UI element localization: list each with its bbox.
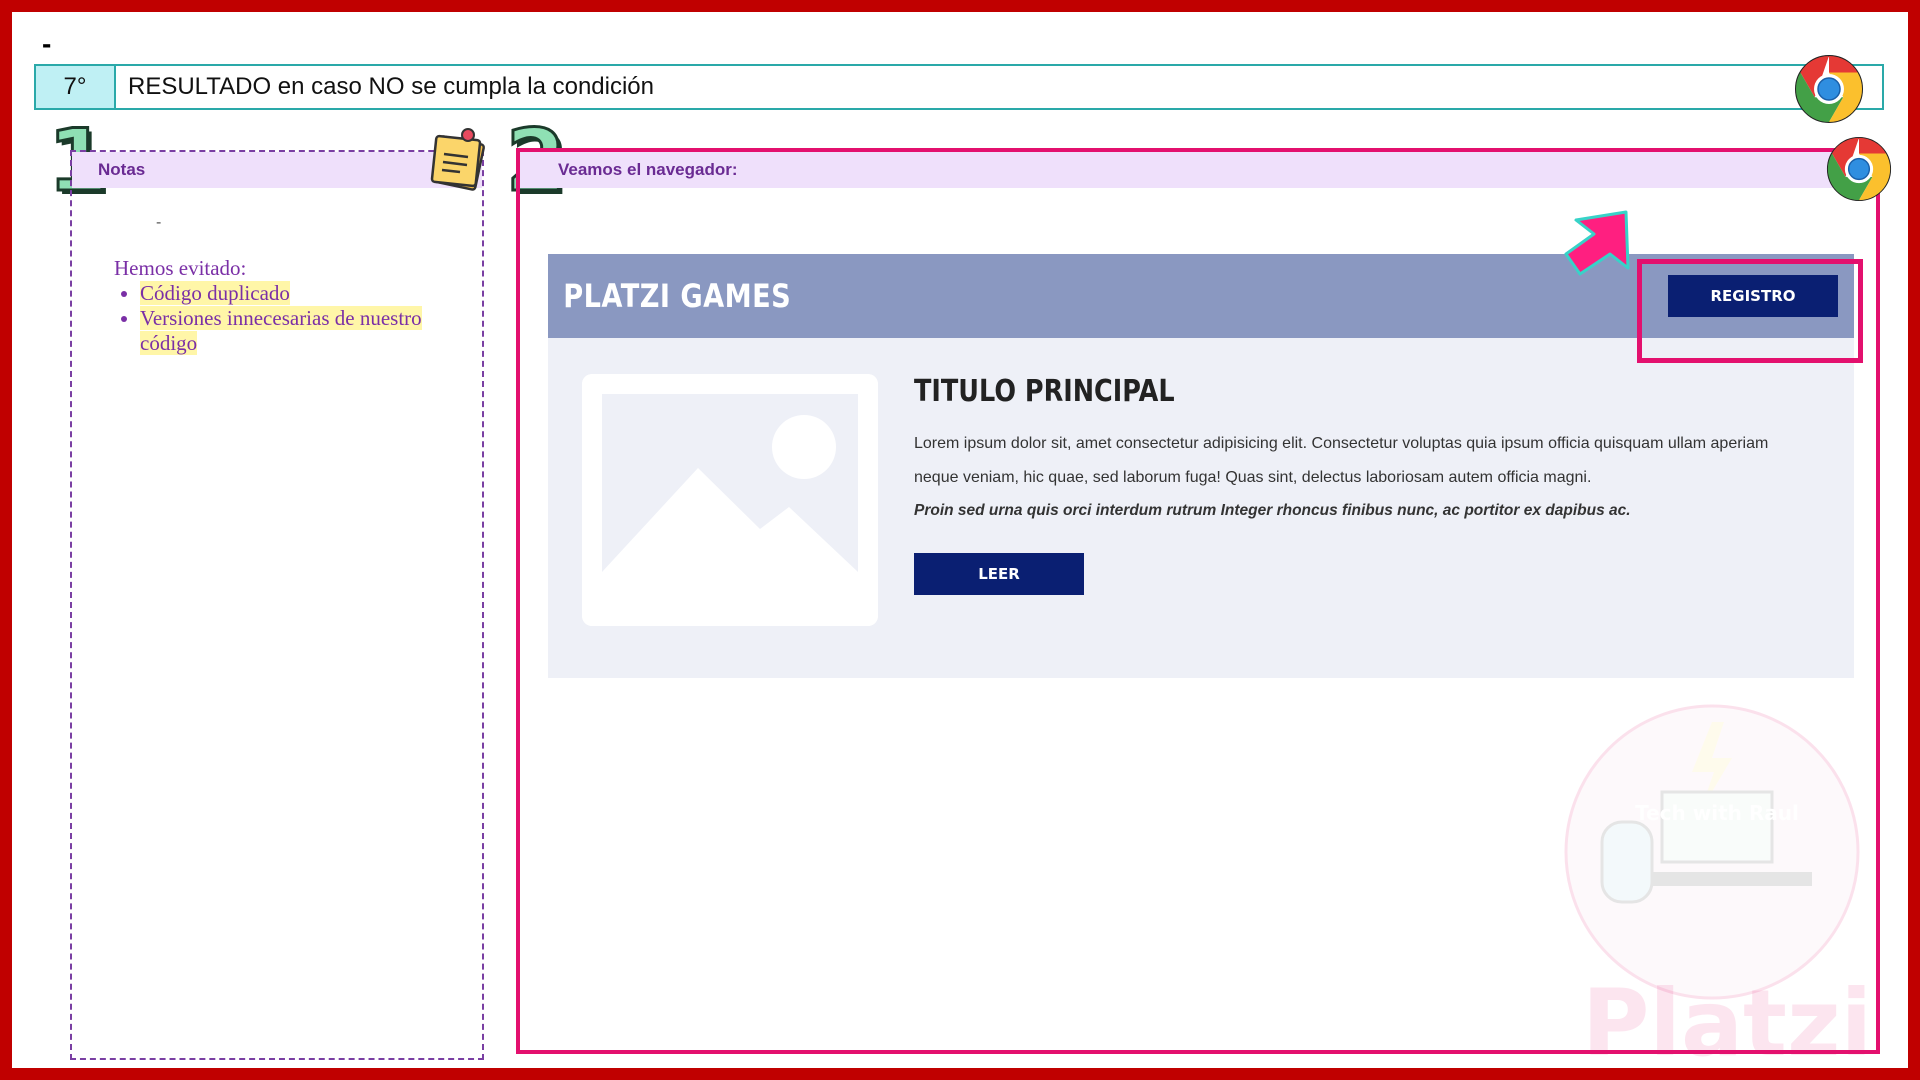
notes-dash: - (156, 214, 162, 231)
notes-body: Hemos evitado: Código duplicado Versione… (114, 256, 464, 356)
sticky-note-icon (430, 128, 485, 191)
notes-panel: Notas - Hemos evitado: Código duplicado … (70, 150, 484, 1060)
notes-list: Código duplicado Versiones innecesarias … (114, 281, 464, 356)
step-number: 7° (36, 66, 116, 108)
list-item: Código duplicado (140, 281, 464, 306)
browser-header: Veamos el navegador: (520, 152, 1876, 188)
arrow-icon (1564, 210, 1630, 276)
chrome-icon (1826, 136, 1892, 202)
note-item-text: Código duplicado (140, 281, 290, 305)
notes-header: Notas (72, 152, 482, 188)
lorem-paragraph: Lorem ipsum dolor sit, amet consectetur … (914, 435, 1769, 486)
platzi-watermark: Platzi (1582, 970, 1873, 1068)
chrome-icon (1795, 55, 1863, 123)
notes-intro: Hemos evitado: (114, 256, 247, 280)
step-bar: 7° RESULTADO en caso NO se cumpla la con… (34, 64, 1884, 110)
main-title: TITULO PRINCIPAL (914, 374, 1175, 409)
note-item-text: Versiones innecesarias de nuestro código (140, 306, 422, 355)
slide: - 7° RESULTADO en caso NO se cumpla la c… (12, 12, 1908, 1068)
content-block: TITULO PRINCIPAL Lorem ipsum dolor sit, … (914, 374, 1814, 595)
image-placeholder-icon (582, 374, 878, 626)
emphasis-paragraph: Proin sed urna quis orci interdum rutrum… (914, 502, 1631, 519)
site-main: TITULO PRINCIPAL Lorem ipsum dolor sit, … (548, 338, 1854, 678)
watermark-badge: Tech with Raul (1564, 704, 1860, 1000)
read-button[interactable]: LEER (914, 553, 1084, 595)
site-brand: PLATZI GAMES (563, 277, 792, 315)
step-title: RESULTADO en caso NO se cumpla la condic… (128, 73, 654, 100)
register-highlight-box (1637, 259, 1863, 363)
watermark-text: Tech with Raul (1635, 801, 1799, 825)
top-mark: - (42, 28, 52, 59)
list-item: Versiones innecesarias de nuestro código (140, 306, 464, 356)
